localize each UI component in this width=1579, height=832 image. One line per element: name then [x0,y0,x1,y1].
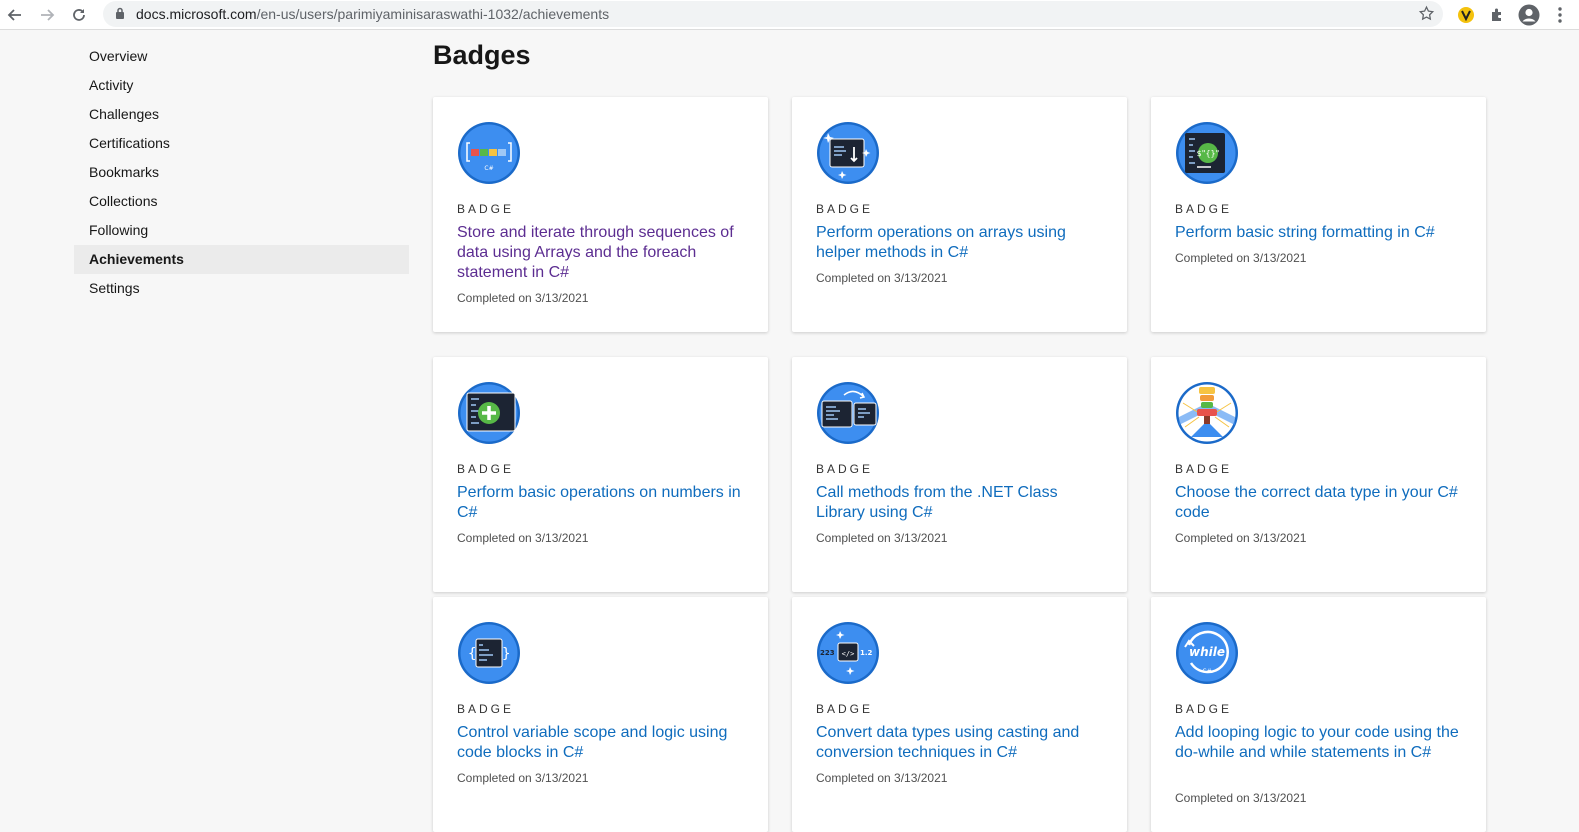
sidebar-item-challenges[interactable]: Challenges [74,100,409,129]
badge-title-link[interactable]: Perform operations on arrays using helpe… [816,223,1106,263]
badge-card: </> 223 1.2 BADGE Convert data types usi… [792,597,1127,832]
url-text: docs.microsoft.com/en-us/users/parimiyam… [136,6,610,22]
while-loop-badge-icon: while C# [1176,622,1238,684]
arrays-badge-icon: C# [458,122,520,184]
sidebar-item-following[interactable]: Following [74,216,409,245]
completed-date: Completed on 3/13/2021 [816,271,948,285]
extension-v-icon[interactable] [1454,3,1478,27]
completed-date: Completed on 3/13/2021 [1175,251,1307,265]
badge-card: BADGE Call methods from the .NET Class L… [792,357,1127,592]
page-title: Badges [433,40,531,70]
badge-type-label: BADGE [816,202,874,216]
sidebar-item-certifications[interactable]: Certifications [74,129,409,158]
badge-type-label: BADGE [457,202,515,216]
array-helpers-badge-icon [817,122,879,184]
badge-title-link[interactable]: Choose the correct data type in your C# … [1175,483,1465,523]
badge-title-link[interactable]: Add looping logic to your code using the… [1175,723,1465,763]
sidebar-item-activity[interactable]: Activity [74,71,409,100]
badge-type-label: BADGE [1175,462,1233,476]
address-bar[interactable]: docs.microsoft.com/en-us/users/parimiyam… [103,1,1443,27]
svg-text:</>: </> [842,650,855,658]
badge-title-link[interactable]: Store and iterate through sequences of d… [457,223,747,283]
badge-title-link[interactable]: Perform basic operations on numbers in C… [457,483,747,523]
numbers-badge-icon [458,382,520,444]
svg-text:C#: C# [1202,668,1211,675]
badge-type-label: BADGE [457,702,515,716]
badge-title-link[interactable]: Convert data types using casting and con… [816,723,1106,763]
sidebar-item-bookmarks[interactable]: Bookmarks [74,158,409,187]
svg-text:$"{}": $"{}" [1197,149,1220,158]
badge-type-label: BADGE [1175,702,1233,716]
svg-text:{: { [468,646,476,662]
extensions-puzzle-icon[interactable] [1485,3,1509,27]
while-badge-text: while [1189,645,1225,659]
completed-date: Completed on 3/13/2021 [1175,531,1307,545]
sidebar-item-collections[interactable]: Collections [74,187,409,216]
badge-type-label: BADGE [816,702,874,716]
sidebar-item-achievements[interactable]: Achievements [74,245,409,274]
badge-title-link[interactable]: Perform basic string formatting in C# [1175,223,1465,243]
back-arrow-icon[interactable] [4,4,26,26]
badge-card: C# BADGE Store and iterate through seque… [433,97,768,332]
badge-card: BADGE Choose the correct data type in yo… [1151,357,1486,592]
forward-arrow-icon[interactable] [36,4,58,26]
lock-icon [115,7,125,25]
badge-type-label: BADGE [1175,202,1233,216]
completed-date: Completed on 3/13/2021 [816,771,948,785]
sidebar-item-settings[interactable]: Settings [74,274,409,303]
casting-badge-number-right: 1.2 [860,649,873,657]
code-blocks-badge-icon: { } [458,622,520,684]
reload-icon[interactable] [68,4,90,26]
completed-date: Completed on 3/13/2021 [816,531,948,545]
badge-title-link[interactable]: Control variable scope and logic using c… [457,723,747,763]
more-menu-icon[interactable] [1548,3,1572,27]
bookmark-star-icon[interactable] [1418,5,1435,27]
sidebar-item-overview[interactable]: Overview [74,42,409,71]
badge-card: $"{}" BADGE Perform basic string formatt… [1151,97,1486,332]
svg-text:}: } [502,646,510,662]
completed-date: Completed on 3/13/2021 [457,771,589,785]
casting-badge-icon: </> 223 1.2 [817,622,879,684]
string-format-badge-icon: $"{}" [1176,122,1238,184]
completed-date: Completed on 3/13/2021 [1175,791,1307,805]
badge-type-label: BADGE [457,462,515,476]
badge-card: BADGE Perform basic operations on number… [433,357,768,592]
badge-card: while C# BADGE Add looping logic to your… [1151,597,1486,832]
class-library-badge-icon [817,382,879,444]
casting-badge-number-left: 223 [820,649,835,657]
browser-toolbar: docs.microsoft.com/en-us/users/parimiyam… [0,0,1579,30]
badge-card: BADGE Perform operations on arrays using… [792,97,1127,332]
profile-avatar-icon[interactable] [1517,3,1541,27]
badge-card: { } BADGE Control variable scope and log… [433,597,768,832]
profile-sidebar: Overview Activity Challenges Certificati… [74,42,409,303]
badge-type-label: BADGE [816,462,874,476]
completed-date: Completed on 3/13/2021 [457,531,589,545]
badge-title-link[interactable]: Call methods from the .NET Class Library… [816,483,1106,523]
svg-text:C#: C# [484,165,493,172]
data-type-badge-icon [1176,382,1238,444]
completed-date: Completed on 3/13/2021 [457,291,589,305]
